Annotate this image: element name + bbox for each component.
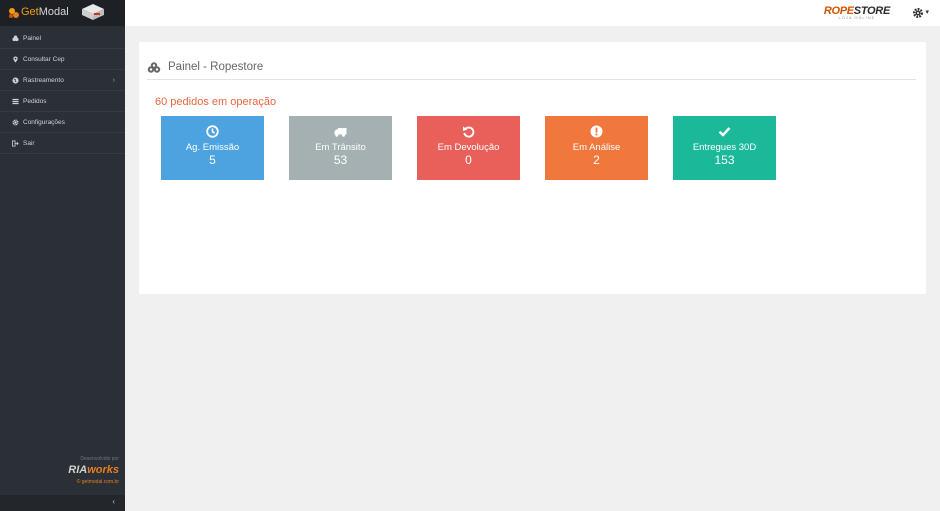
check-icon [718, 127, 731, 137]
card-em-analise[interactable]: Em Análise 2 [545, 116, 648, 180]
card-label: Em Análise [572, 142, 621, 153]
chevron-right-icon: › [112, 77, 115, 84]
card-value: 53 [333, 153, 348, 167]
card-label: Em Trânsito [315, 142, 366, 153]
dashboard-panel: Painel - Ropestore 60 pedidos em operaçã… [139, 42, 926, 294]
collapse-sidebar-icon[interactable]: ‹ [112, 497, 115, 506]
getmodal-logo-icon [9, 8, 19, 18]
panel-header: Painel - Ropestore [147, 60, 916, 80]
card-value: 0 [465, 153, 472, 167]
card-label: Em Devolução [437, 142, 500, 153]
card-label: Entregues 30D [692, 142, 757, 153]
sidebar-item-rastreamento[interactable]: Rastreamento › [0, 70, 125, 91]
dashboard-icon [12, 35, 19, 42]
store-logo[interactable]: ROPESTORE LOJA ONLINE [824, 5, 890, 20]
brand-logo[interactable]: GetModal [0, 0, 125, 26]
settings-gear-icon[interactable] [912, 7, 924, 19]
sidebar-item-label: Configurações [23, 119, 65, 126]
sidebar-item-label: Sair [23, 140, 35, 147]
undo-icon [463, 126, 475, 138]
package-icon [82, 4, 104, 20]
card-em-devolucao[interactable]: Em Devolução 0 [417, 116, 520, 180]
sidebar-item-consultar-cep[interactable]: Consultar Cep [0, 49, 125, 70]
sidebar-item-label: Consultar Cep [23, 56, 65, 63]
settings-caret-icon[interactable]: ▾ [925, 8, 929, 16]
map-pin-icon [13, 56, 18, 63]
top-bar: ROPESTORE LOJA ONLINE ▾ [125, 0, 940, 26]
dashboard-icon [147, 62, 161, 73]
card-em-transito[interactable]: Em Trânsito 53 [289, 116, 392, 180]
developer-logo[interactable]: RIAworks [0, 464, 119, 476]
footer-url-link[interactable]: © getmodal.com.br [0, 479, 119, 485]
gear-icon [12, 119, 19, 126]
truck-icon [334, 128, 347, 137]
sign-out-icon [12, 140, 19, 147]
sidebar-item-label: Rastreamento [23, 77, 64, 84]
sidebar-item-pedidos[interactable]: Pedidos [0, 91, 125, 112]
card-ag-emissao[interactable]: Ag. Emissão 5 [161, 116, 264, 180]
brand-name: GetModal [21, 6, 69, 18]
list-icon [12, 98, 19, 105]
sidebar-footer: Desenvolvido por RIAworks © getmodal.com… [0, 456, 125, 485]
sidebar-item-label: Painel [23, 35, 42, 42]
sidebar-item-painel[interactable]: Painel [0, 28, 125, 49]
developed-by-text: Desenvolvido por [80, 456, 119, 462]
sidebar: GetModal Painel Consultar Cep Rastreamen… [0, 0, 125, 511]
sidebar-menu: Painel Consultar Cep Rastreamento › Pedi… [0, 28, 125, 154]
card-value: 153 [714, 153, 735, 167]
clock-icon [206, 125, 219, 138]
card-label: Ag. Emissão [185, 142, 240, 153]
sidebar-item-label: Pedidos [23, 98, 47, 105]
globe-icon [12, 77, 19, 84]
card-value: 5 [209, 153, 216, 167]
page-title: Painel - Ropestore [168, 61, 264, 73]
card-value: 2 [593, 153, 600, 167]
card-entregues-30d[interactable]: Entregues 30D 153 [673, 116, 776, 180]
sidebar-collapse-bar: ‹ [0, 495, 125, 511]
sidebar-item-configuracoes[interactable]: Configurações [0, 112, 125, 133]
exclamation-icon [590, 125, 603, 138]
sidebar-item-sair[interactable]: Sair [0, 133, 125, 154]
orders-summary: 60 pedidos em operação [155, 96, 277, 108]
